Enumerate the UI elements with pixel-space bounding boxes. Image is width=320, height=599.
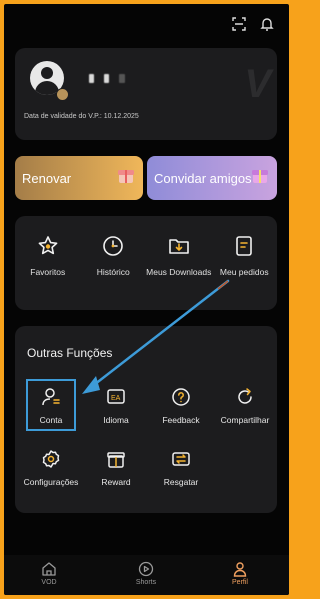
tab-vod[interactable]: VOD	[19, 561, 79, 586]
tab-shorts[interactable]: Shorts	[116, 561, 176, 586]
tab-profile-label: Perfil	[232, 579, 248, 586]
profile-icon	[233, 562, 247, 577]
app-screen: V Data de validade do V.P.: 10.12.2025 R…	[4, 4, 289, 595]
annotation-arrow	[82, 279, 230, 394]
tab-profile[interactable]: Perfil	[210, 561, 270, 586]
play-icon	[138, 561, 154, 577]
tab-shorts-label: Shorts	[135, 579, 157, 586]
tab-vod-label: VOD	[41, 579, 57, 586]
bottom-nav: VOD Shorts Perfil	[4, 555, 289, 595]
home-icon	[42, 562, 56, 576]
